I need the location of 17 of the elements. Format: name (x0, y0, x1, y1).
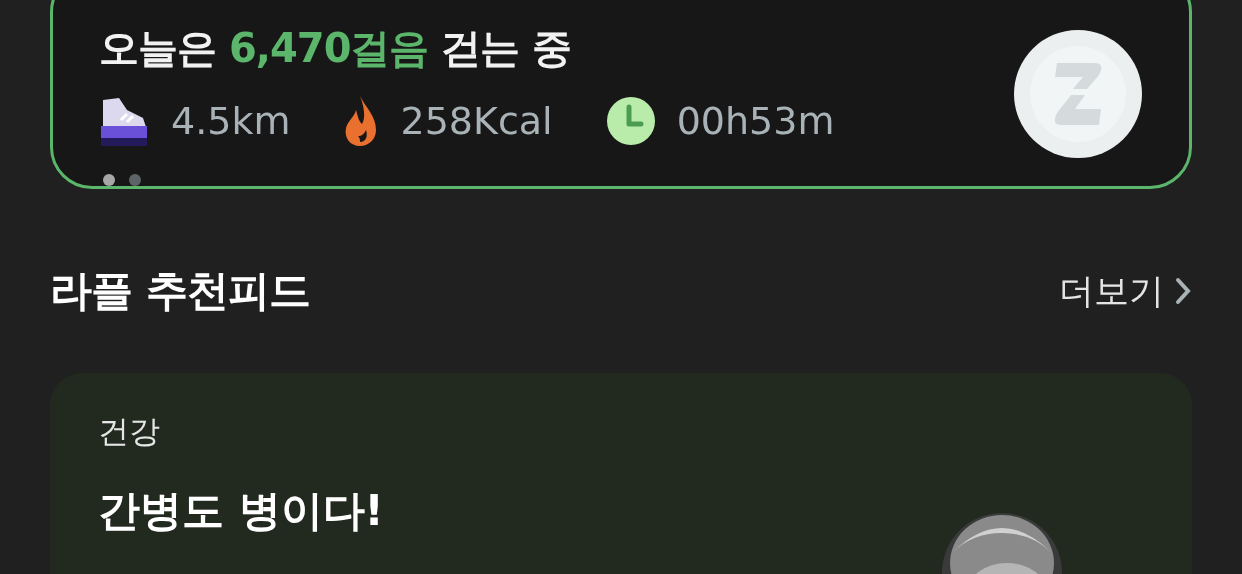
category-label: 건강 (98, 412, 160, 451)
page-dot[interactable] (103, 174, 115, 186)
clock-icon (606, 97, 655, 145)
feed-card[interactable]: 건강 간병도 병이다! (50, 373, 1192, 574)
coin-icon[interactable] (1013, 29, 1143, 159)
stat-value: 00h53m (676, 99, 835, 143)
section-title: 라플 추천피드 (50, 265, 310, 317)
page-dot[interactable] (129, 174, 141, 186)
step-summary-card[interactable]: 오늘은 6,470걸음 걷는 중 4.5km 258Kcal 00h53m (50, 0, 1192, 189)
stat-value: 4.5km (171, 99, 291, 143)
sneaker-icon (99, 96, 149, 146)
more-link[interactable]: 더보기 (1059, 267, 1192, 315)
steps-title: 오늘은 6,470걸음 걷는 중 (99, 24, 573, 73)
stat-value: 258Kcal (400, 99, 553, 143)
feed-headline: 간병도 병이다! (98, 485, 384, 537)
chevron-icon (1174, 277, 1192, 305)
flame-icon (344, 96, 379, 146)
